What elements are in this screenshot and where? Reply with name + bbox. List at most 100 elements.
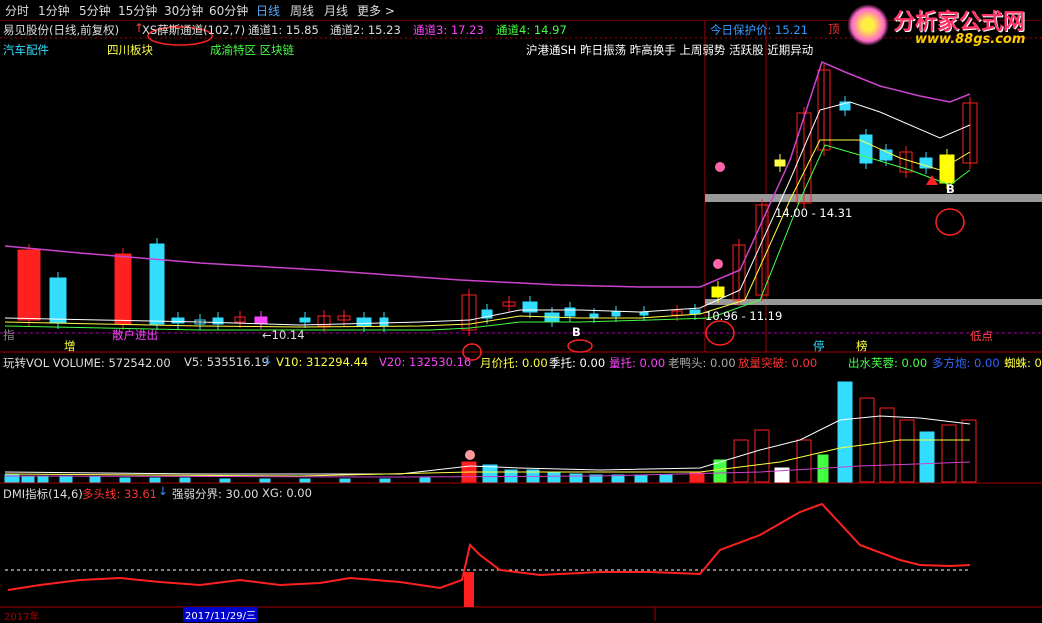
retail-inout-label: 散户进出: [112, 328, 158, 342]
logo-url: www.88gs.com: [915, 32, 1026, 47]
tab-monthly[interactable]: 月线: [324, 2, 348, 19]
candle-body: [589, 313, 599, 318]
vol-chu: 出水芙蓉: 0.00: [848, 356, 928, 370]
candle-body: [17, 249, 41, 321]
volume-bar: [419, 477, 431, 483]
volume-bar: [179, 477, 191, 483]
gem-marker: [713, 259, 723, 269]
tab-60min[interactable]: 60分钟: [209, 2, 248, 19]
volume-bar: [339, 478, 351, 483]
candle-body: [859, 134, 873, 164]
arrow-down-icon: ↓: [263, 353, 273, 367]
more-label: 更多: [357, 4, 382, 18]
volume-bar: [379, 478, 391, 483]
range-high-label: 14.00 - 14.31: [775, 206, 853, 220]
volume-bar: [879, 407, 895, 483]
volume-bar: [859, 397, 875, 483]
candle-body: [689, 309, 701, 315]
tab-more[interactable]: 更多 >: [357, 2, 395, 19]
volume-bar: [119, 477, 131, 483]
candle-body: [356, 317, 372, 327]
concept-tags: 沪港通SH 昨日振荡 昨高换手 上周弱势 活跃股 近期异动: [526, 43, 814, 57]
volume-bar: [299, 478, 311, 483]
vol-yue: 月价托: 0.00: [480, 356, 548, 370]
candle-body: [114, 253, 132, 325]
dmi-signal-bar: [464, 572, 474, 607]
vol-v10: V10: 312294.44: [276, 355, 369, 369]
annotation-circle: [935, 208, 965, 236]
volume-bar: [219, 478, 231, 483]
candle-body: [639, 311, 649, 316]
tab-fenshi[interactable]: 分时: [5, 2, 29, 19]
vol-ji: 季托: 0.00: [549, 356, 606, 370]
volume-bar: [689, 472, 705, 483]
volume-bar: [899, 419, 915, 483]
tab-weekly[interactable]: 周线: [290, 2, 314, 19]
dmi-line: [7, 502, 971, 591]
volume-bar: [259, 478, 271, 483]
volume-bar: [59, 475, 73, 483]
indicator-name[interactable]: XS薛斯通道(102,7): [142, 22, 245, 38]
vol-fang: 放量突破: 0.00: [738, 356, 818, 370]
candle-body: [299, 317, 311, 323]
candle-body: [149, 243, 165, 325]
vol-v5: V5: 535516.19: [184, 355, 269, 369]
tab-15min[interactable]: 15分钟: [118, 2, 157, 19]
stock-title: 易见股份(日线,前复权): [3, 23, 120, 37]
tab-daily[interactable]: 日线: [256, 2, 280, 19]
channel2-value: 通道2: 15.23: [330, 23, 401, 37]
channel4-value: 通道4: 14.97: [496, 23, 567, 37]
gem-marker: [715, 162, 725, 172]
volume-bar: [634, 474, 648, 483]
low-point-label: 低点: [970, 329, 993, 343]
candle-body: [254, 316, 268, 324]
sector-tag-chengyu[interactable]: 成渝特区 区块链: [210, 42, 294, 58]
volume-bar: [149, 477, 161, 483]
volume-bar: [37, 475, 49, 483]
top-marker: 顶: [828, 22, 840, 36]
zeng-marker: 增: [64, 339, 76, 353]
candle-body: [49, 277, 67, 324]
dmi-title: DMI指标(14,6): [3, 487, 83, 501]
arrow-down-icon-2: ↓: [158, 484, 168, 498]
volume-bar: [547, 471, 561, 483]
candle-body: [564, 307, 576, 317]
vol-zhu: 蜘蛛: 0.00: [1004, 356, 1042, 370]
dmi-xg: XG: 0.00: [262, 486, 312, 500]
range-low-label: 10.96 - 11.19: [705, 309, 783, 323]
volume-bar: [961, 419, 977, 483]
chart-canvas[interactable]: [0, 0, 1042, 621]
buy-signal-b: B: [572, 325, 581, 339]
buy-signal-b2: B: [946, 182, 955, 196]
vol-v20: V20: 132530.16: [379, 355, 472, 369]
tab-30min[interactable]: 30分钟: [164, 2, 203, 19]
volume-bar: [941, 424, 957, 483]
volume-bar: [796, 439, 812, 483]
cursor-date: 2017/11/29/三: [183, 607, 259, 622]
chevron-right-icon: >: [384, 4, 395, 18]
volume-bar: [569, 473, 583, 483]
candle-body: [711, 286, 725, 298]
tab-5min[interactable]: 5分钟: [79, 2, 111, 19]
candle-body: [774, 159, 786, 167]
channel3-value: 通道3: 17.23: [413, 23, 484, 37]
candle-body: [379, 317, 389, 327]
volume-bar: [754, 429, 770, 483]
vol-title: 玩转VOL VOLUME: 572542.00: [3, 356, 171, 370]
candle-body: [611, 311, 621, 317]
flower-icon: [847, 4, 889, 46]
volume-bar: [482, 464, 498, 483]
sector-tag-auto[interactable]: 汽车配件: [3, 42, 49, 58]
dmi-ruo: 强弱分界: 30.00: [172, 487, 259, 501]
sector-tag-sichuan[interactable]: 四川板块: [107, 42, 153, 58]
volume-bar: [733, 439, 749, 483]
tab-1min[interactable]: 1分钟: [38, 2, 70, 19]
indicator-marker: 指: [3, 328, 15, 342]
candle-body: [919, 157, 933, 169]
list-marker: 榜: [856, 339, 868, 353]
dmi-duo: 多头线: 33.61: [82, 487, 157, 501]
volume-bar: [659, 474, 673, 483]
limit-stop-marker: 停: [813, 339, 825, 353]
volume-bar: [89, 476, 101, 483]
candle-body: [171, 317, 185, 324]
